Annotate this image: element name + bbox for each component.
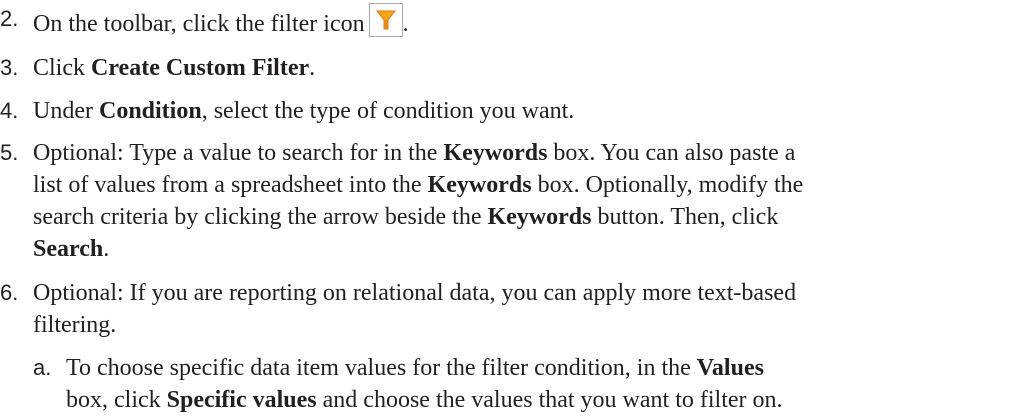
filter-icon-button[interactable] <box>368 3 403 37</box>
substep-letter: a. <box>33 355 52 380</box>
step-number: 3. <box>0 55 19 80</box>
step-text-line: list of values from a spreadsheet into t… <box>33 172 804 198</box>
ui-term: Specific values <box>166 387 317 413</box>
step-number: 6. <box>0 280 19 305</box>
ui-term: Values <box>696 355 764 381</box>
step-text-line: Optional: If you are reporting on relati… <box>33 280 797 306</box>
ui-term: Create Custom Filter <box>91 55 310 81</box>
step-text: Click Create Custom Filter. <box>33 55 316 81</box>
ui-term: Keywords <box>427 172 532 198</box>
step-text-line: Search. <box>33 236 110 262</box>
step-number: 2. <box>0 6 19 31</box>
ui-term: Keywords <box>487 204 592 230</box>
substep-text-line: box, click Specific values and choose th… <box>66 387 783 413</box>
step-number: 4. <box>0 98 19 123</box>
step-text-line: filtering. <box>33 312 117 338</box>
step-text: Under Condition, select the type of cond… <box>33 98 575 124</box>
filter-icon <box>375 10 396 30</box>
substep-text-line: To choose specific data item values for … <box>66 355 764 381</box>
step-number: 5. <box>0 140 19 165</box>
ui-term: Keywords <box>443 140 548 166</box>
step-text-line: Optional: Type a value to search for in … <box>33 140 796 166</box>
step-text-line: search criteria by clicking the arrow be… <box>33 204 779 230</box>
ui-term: Condition <box>98 98 202 124</box>
step-text: On the toolbar, click the filter icon. <box>33 3 409 40</box>
ui-term: Search <box>33 236 104 262</box>
